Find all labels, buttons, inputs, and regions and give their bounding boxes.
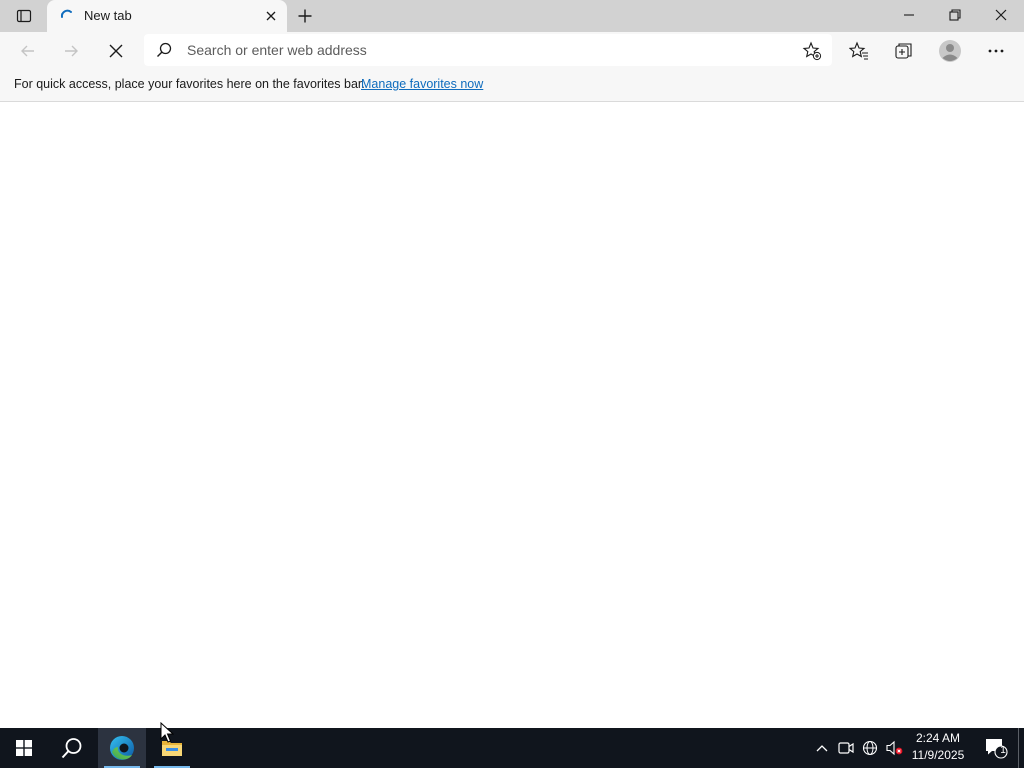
add-to-favorites-button[interactable] [800,40,824,62]
tab-actions-icon [16,9,32,23]
manage-favorites-link[interactable]: Manage favorites now [361,77,483,91]
restore-icon [949,9,961,21]
plus-icon [298,9,312,23]
search-icon [157,42,172,57]
tab-strip: New tab [0,0,1024,32]
favorites-button[interactable] [843,35,875,67]
show-desktop-button[interactable] [1019,728,1024,768]
forward-button[interactable] [55,35,87,67]
arrow-left-icon [21,45,34,57]
page-content[interactable] [0,103,1024,728]
clock-time: 2:24 AM [915,731,961,745]
chevron-up-icon [816,745,828,752]
network-button[interactable] [860,738,880,758]
more-icon [988,49,1004,53]
minimize-icon [904,14,914,16]
browser-toolbar [0,32,1024,70]
volume-muted-icon [886,740,903,756]
profile-button[interactable] [934,35,966,67]
close-icon [995,9,1007,21]
network-globe-icon [862,740,878,756]
stop-icon [109,44,123,58]
edge-icon [110,736,134,760]
close-window-button[interactable] [978,0,1024,30]
show-hidden-icons-button[interactable] [812,738,832,758]
address-bar[interactable] [144,34,832,66]
star-add-icon [802,41,822,61]
favorites-bar-message: For quick access, place your favorites h… [14,77,365,91]
volume-button[interactable] [884,738,904,758]
stop-button[interactable] [100,35,132,67]
profile-icon [939,40,961,62]
more-options-button[interactable] [980,35,1012,67]
taskbar-search-button[interactable] [48,728,96,768]
address-input[interactable] [187,40,777,60]
new-tab-button[interactable] [292,4,318,28]
start-button[interactable] [0,728,48,768]
restore-button[interactable] [932,0,978,30]
mouse-cursor-icon [160,722,174,743]
meet-now-button[interactable] [836,738,856,758]
loading-spinner-icon [60,9,72,18]
windows-logo-icon [16,740,32,756]
favorites-bar: For quick access, place your favorites h… [0,70,1024,102]
close-tab-button[interactable] [262,7,280,25]
taskbar-edge-button[interactable] [98,728,146,768]
action-center-button[interactable]: 1 [978,728,1014,768]
tab-actions-button[interactable] [0,0,48,32]
favorites-icon [849,41,868,60]
collections-button[interactable] [888,35,920,67]
arrow-right-icon [65,45,78,57]
taskbar: 2:24 AM 11/9/2025 1 [0,728,1024,768]
active-tab[interactable]: New tab [47,0,287,32]
meet-now-icon [838,742,854,754]
search-icon [61,738,82,759]
taskbar-clock[interactable]: 2:24 AM 11/9/2025 [906,730,970,766]
clock-date: 11/9/2025 [911,748,965,762]
collections-icon [895,43,912,59]
back-button[interactable] [12,35,44,67]
tab-title: New tab [84,8,132,23]
notification-count: 1 [1000,745,1006,756]
close-icon [266,11,276,21]
minimize-button[interactable] [886,0,932,30]
